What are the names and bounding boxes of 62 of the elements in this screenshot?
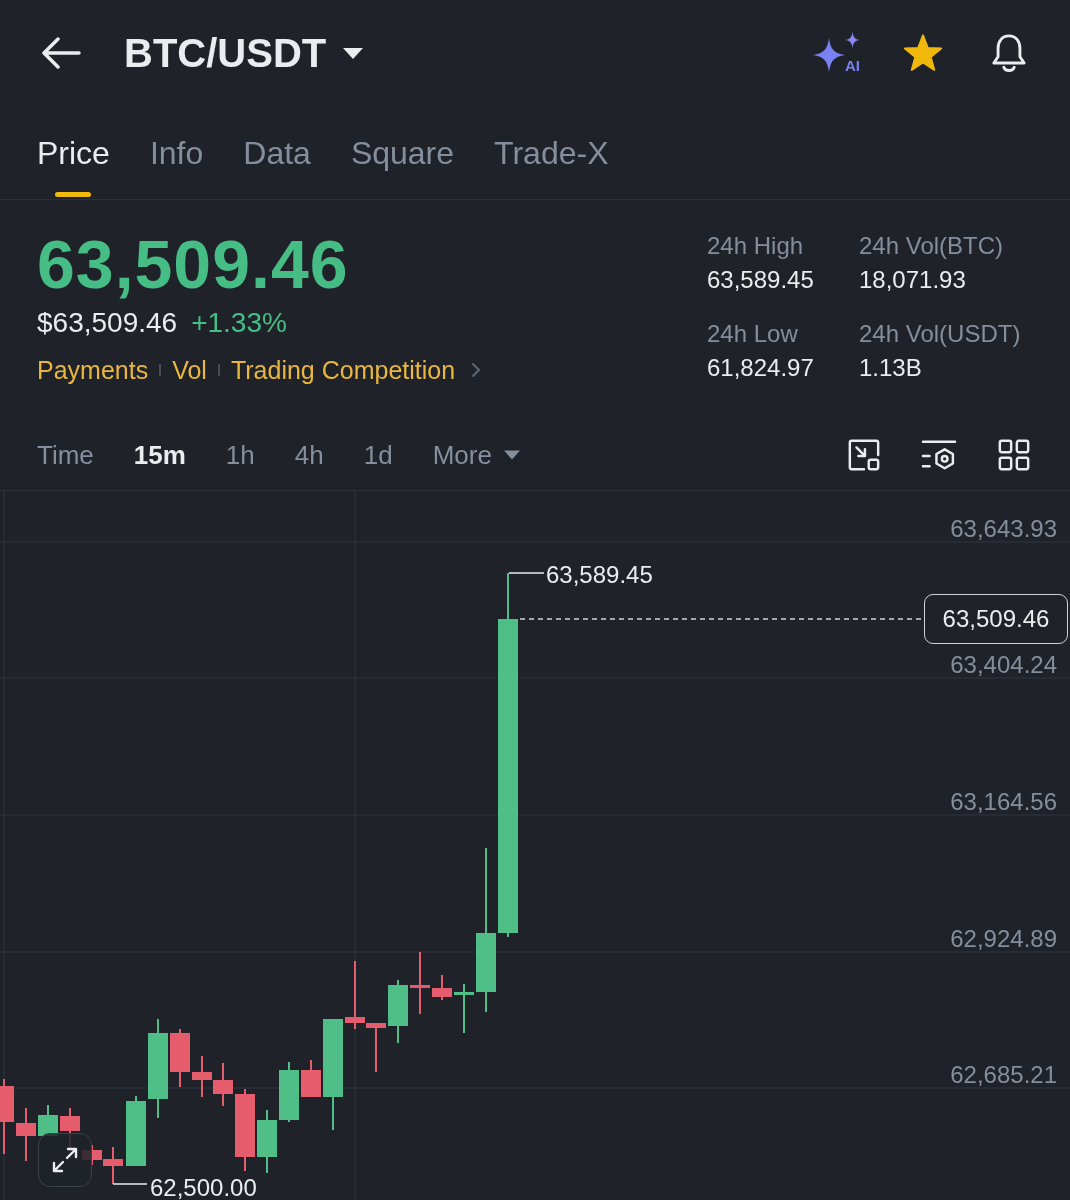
price-axis-label: 63,164.56	[950, 787, 1057, 815]
leader-line	[112, 1183, 148, 1185]
caret-icon	[503, 450, 520, 460]
grid-icon[interactable]	[997, 438, 1031, 472]
falling-candlestick	[410, 951, 430, 1015]
tab[interactable]: Price	[37, 134, 110, 199]
stat-value: 61,824.97	[707, 353, 814, 383]
tag-link[interactable]: Trading Competition	[230, 353, 456, 387]
stat-value: 63,589.45	[707, 265, 814, 295]
corner-arrow-icon[interactable]	[847, 438, 881, 472]
stat-value: 1.13B	[859, 353, 922, 383]
stat-label: 24h Vol(USDT)	[859, 319, 1021, 349]
falling-candlestick	[170, 1028, 190, 1088]
rising-candlestick	[454, 983, 474, 1034]
interval-tab[interactable]: 1h	[225, 439, 255, 471]
falling-candlestick	[213, 1062, 233, 1107]
fullscreen-button[interactable]	[38, 1133, 92, 1187]
high-price-label: 63,589.45	[546, 560, 653, 588]
change-percent: +1.33%	[191, 306, 287, 340]
caret-icon	[342, 46, 365, 60]
stat-label: 24h High	[707, 231, 804, 261]
chevron-icon[interactable]	[471, 362, 482, 378]
rising-candlestick	[257, 1109, 277, 1174]
last-price-tag: 63,509.46	[924, 594, 1068, 644]
rising-candlestick	[279, 1061, 299, 1123]
falling-candlestick	[432, 974, 452, 1001]
lines-hexagon-icon[interactable]	[921, 438, 957, 472]
tag-link[interactable]: Payments	[37, 353, 149, 387]
tab[interactable]: Square	[350, 134, 455, 199]
tab[interactable]: Info	[149, 134, 204, 199]
tab[interactable]: Data	[243, 134, 311, 199]
stat-label: 24h Low	[707, 319, 798, 349]
last-price: 63,509.46	[37, 226, 349, 302]
price-axis-label: 63,404.24	[950, 650, 1057, 678]
tag-link[interactable]: Vol	[172, 353, 207, 387]
price-axis-label: 62,924.89	[950, 924, 1057, 952]
pair-selector[interactable]: BTC/USDT	[124, 29, 365, 77]
stat-value: 18,071.93	[859, 265, 966, 295]
interval-tab[interactable]: Time	[37, 439, 94, 471]
falling-candlestick	[301, 1059, 321, 1098]
tab[interactable]: Trade-X	[494, 134, 609, 199]
expand-icon	[50, 1145, 80, 1175]
low-price-label: 62,500.00	[150, 1173, 257, 1200]
ai-button[interactable]: AI	[813, 32, 860, 74]
bell-icon[interactable]	[990, 32, 1028, 74]
interval-tab[interactable]: 4h	[294, 439, 324, 471]
rising-candlestick	[126, 1095, 146, 1167]
interval-tab[interactable]: 15m	[133, 439, 186, 471]
price-axis-label: 62,685.21	[950, 1060, 1057, 1088]
rising-candlestick	[388, 979, 408, 1044]
back-icon[interactable]	[41, 37, 81, 69]
usd-price: $63,509.46	[37, 306, 178, 340]
stat-label: 24h Vol(BTC)	[859, 231, 1004, 261]
leader-line	[508, 572, 545, 574]
more-dropdown[interactable]: More	[432, 439, 520, 471]
price-axis-label: 63,643.93	[950, 514, 1057, 542]
falling-candlestick	[16, 1107, 36, 1162]
falling-candlestick	[366, 1022, 386, 1073]
star-icon[interactable]	[902, 33, 944, 73]
interval-tab[interactable]: 1d	[363, 439, 393, 471]
falling-candlestick	[345, 960, 365, 1030]
falling-candlestick	[192, 1055, 212, 1098]
